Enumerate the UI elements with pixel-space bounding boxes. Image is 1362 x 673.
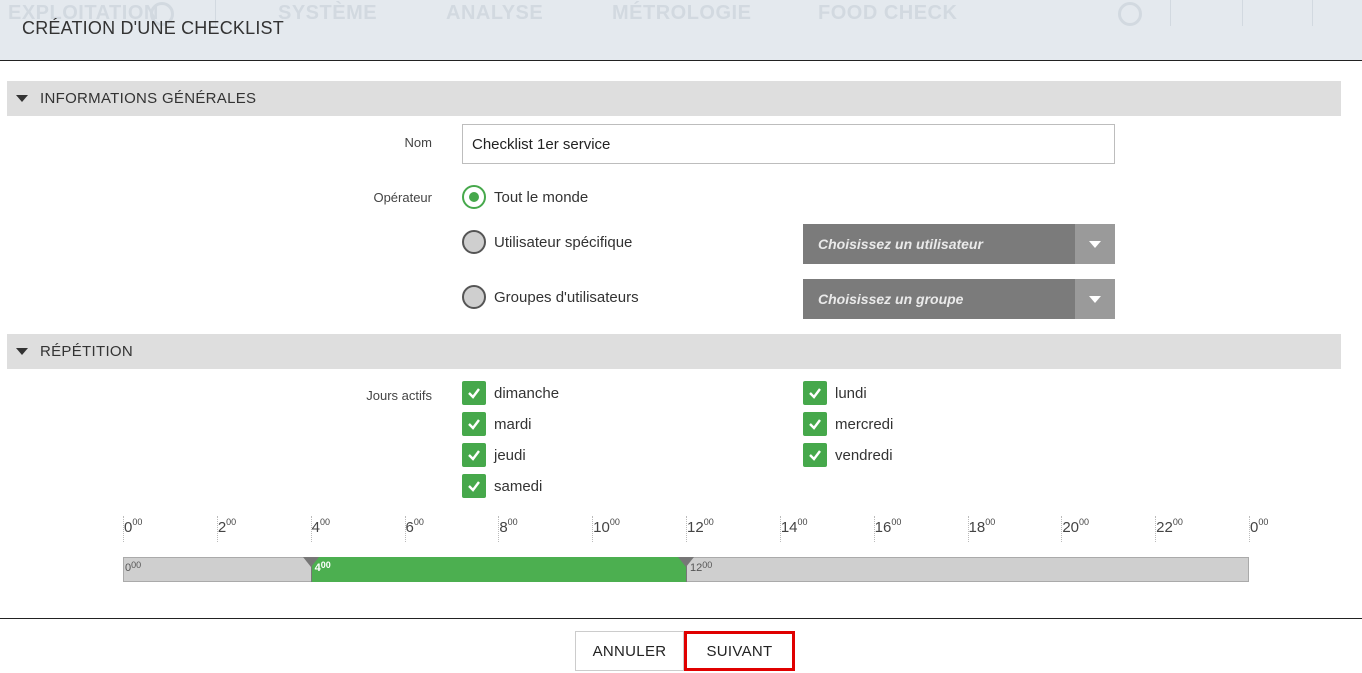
checkmark-icon (468, 450, 480, 461)
day-checkbox-saturday[interactable]: samedi (462, 474, 542, 498)
user-select-placeholder: Choisissez un utilisateur (818, 236, 983, 252)
time-tick-label: 800 (499, 517, 518, 536)
user-select[interactable]: Choisissez un utilisateur (803, 224, 1115, 264)
day-label: samedi (494, 477, 543, 495)
day-checkbox-thursday[interactable]: jeudi (462, 443, 526, 467)
day-label: mardi (494, 415, 532, 433)
day-checkbox-sunday[interactable]: dimanche (462, 381, 559, 405)
checkmark-icon (809, 388, 821, 399)
time-tick-label: 1400 (780, 517, 808, 536)
nav-item-food-check: FOOD CHECK (818, 2, 958, 24)
time-tick-label: 1000 (593, 517, 620, 536)
collapse-caret-icon[interactable] (16, 95, 28, 102)
time-tick-label: 1600 (874, 517, 902, 536)
name-input[interactable]: Checklist 1er service (462, 124, 1115, 164)
clock-icon (1118, 2, 1142, 26)
range-min-label: 000 (125, 560, 142, 574)
radio-button[interactable] (462, 285, 486, 309)
time-range-selected[interactable] (310, 557, 686, 582)
day-label: jeudi (494, 446, 526, 464)
chevron-down-icon (1089, 295, 1101, 303)
group-select[interactable]: Choisissez un groupe (803, 279, 1115, 319)
radio-button-checked[interactable] (462, 185, 486, 209)
operator-label: Opérateur (373, 190, 432, 205)
checkbox-checked[interactable] (803, 412, 827, 436)
checkbox-checked[interactable] (803, 443, 827, 467)
section-repetition-label: RÉPÉTITION (40, 343, 134, 360)
nav-item-analyse: ANALYSE (446, 2, 544, 24)
checkmark-icon (809, 419, 821, 430)
next-button[interactable]: SUIVANT (684, 631, 795, 671)
checkmark-icon (809, 450, 821, 461)
time-tick-label: 1800 (968, 517, 996, 536)
radio-user-groups[interactable]: Groupes d'utilisateurs (462, 285, 639, 309)
checkmark-icon (468, 481, 480, 492)
radio-everyone[interactable]: Tout le monde (462, 185, 588, 209)
time-tick-label: 400 (311, 517, 331, 536)
checkbox-checked[interactable] (462, 474, 486, 498)
radio-button[interactable] (462, 230, 486, 254)
active-days-label: Jours actifs (366, 388, 432, 403)
chevron-down-icon (1089, 240, 1101, 248)
name-label: Nom (404, 135, 432, 150)
group-select-placeholder: Choisissez un groupe (818, 291, 964, 307)
time-tick-label: 600 (405, 517, 424, 536)
radio-everyone-label: Tout le monde (494, 188, 589, 206)
time-tick-label: 2200 (1156, 517, 1183, 536)
nav-item-metrologie: MÉTROLOGIE (612, 2, 752, 24)
time-tick-label: 2000 (1062, 517, 1090, 536)
checkbox-checked[interactable] (462, 412, 486, 436)
header-divider (0, 60, 1362, 61)
checkmark-icon (468, 419, 480, 430)
radio-specific-user[interactable]: Utilisateur spécifique (462, 230, 632, 254)
day-label: dimanche (494, 384, 560, 402)
cancel-button[interactable]: ANNULER (575, 631, 684, 671)
day-checkbox-tuesday[interactable]: mardi (462, 412, 532, 436)
range-start-handle-line[interactable] (310, 566, 312, 582)
radio-user-groups-label: Groupes d'utilisateurs (494, 288, 639, 306)
collapse-caret-icon[interactable] (16, 348, 28, 355)
day-checkbox-friday[interactable]: vendredi (803, 443, 893, 467)
time-tick-label: 1200 (687, 517, 714, 536)
time-tick-label: 000 (1250, 517, 1269, 536)
nav-item-systeme: SYSTÈME (278, 2, 378, 24)
checkbox-checked[interactable] (803, 381, 827, 405)
footer-divider (0, 618, 1362, 619)
dropdown-toggle[interactable] (1075, 224, 1115, 264)
dropdown-toggle[interactable] (1075, 279, 1115, 319)
time-tick-label: 200 (217, 517, 237, 536)
radio-specific-user-label: Utilisateur spécifique (494, 233, 633, 251)
day-label: vendredi (835, 446, 893, 464)
time-tick-label: 000 (124, 517, 143, 536)
checkbox-checked[interactable] (462, 443, 486, 467)
checkmark-icon (468, 388, 480, 399)
day-label: mercredi (835, 415, 894, 433)
modal-title: CRÉATION D'UNE CHECKLIST (22, 18, 284, 38)
section-general[interactable]: INFORMATIONS GÉNÉRALES (7, 81, 1341, 116)
range-end-handle-line[interactable] (686, 566, 687, 582)
nav-separator (1312, 0, 1313, 26)
nav-separator (1242, 0, 1243, 26)
day-label: lundi (835, 384, 867, 402)
day-checkbox-monday[interactable]: lundi (803, 381, 867, 405)
section-general-label: INFORMATIONS GÉNÉRALES (40, 90, 257, 107)
checkbox-checked[interactable] (462, 381, 486, 405)
day-checkbox-wednesday[interactable]: mercredi (803, 412, 893, 436)
nav-separator (1170, 0, 1171, 26)
section-repetition[interactable]: RÉPÉTITION (7, 334, 1341, 369)
